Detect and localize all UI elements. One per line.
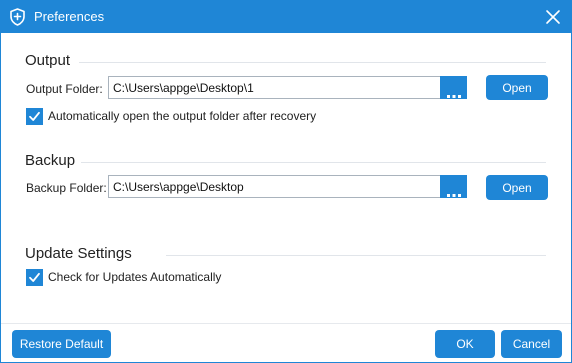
close-icon[interactable]: [542, 6, 564, 28]
shield-plus-icon: [9, 8, 26, 26]
backup-open-button[interactable]: Open: [486, 175, 548, 200]
auto-open-checkbox[interactable]: [26, 108, 43, 125]
cancel-button[interactable]: Cancel: [501, 330, 562, 358]
update-section-title: Update Settings: [25, 245, 132, 262]
backup-section-divider: [81, 162, 546, 163]
auto-open-option[interactable]: Automatically open the output folder aft…: [26, 108, 346, 126]
backup-folder-label: Backup Folder:: [26, 181, 107, 195]
auto-update-option[interactable]: Check for Updates Automatically: [26, 269, 246, 287]
ellipsis-icon: [447, 86, 461, 98]
ellipsis-icon: [447, 185, 461, 197]
auto-open-label: Automatically open the output folder aft…: [48, 109, 317, 123]
backup-section-title: Backup: [25, 152, 76, 169]
dialog-title: Preferences: [34, 9, 105, 24]
restore-default-button[interactable]: Restore Default: [12, 330, 111, 358]
output-folder-input[interactable]: [108, 76, 441, 99]
backup-browse-button[interactable]: [440, 175, 467, 198]
output-section-divider: [79, 62, 546, 63]
auto-update-checkbox[interactable]: [26, 269, 43, 286]
backup-folder-input[interactable]: [108, 175, 441, 198]
output-browse-button[interactable]: [440, 76, 467, 99]
output-folder-label: Output Folder:: [26, 82, 103, 96]
auto-update-label: Check for Updates Automatically: [48, 270, 222, 284]
preferences-dialog: Preferences Output Output Folder: Open A…: [0, 0, 572, 363]
update-section-divider: [166, 255, 546, 256]
ok-button[interactable]: OK: [435, 330, 495, 358]
output-section-title: Output: [25, 52, 71, 69]
output-open-button[interactable]: Open: [486, 75, 548, 100]
title-bar[interactable]: Preferences: [1, 1, 571, 33]
